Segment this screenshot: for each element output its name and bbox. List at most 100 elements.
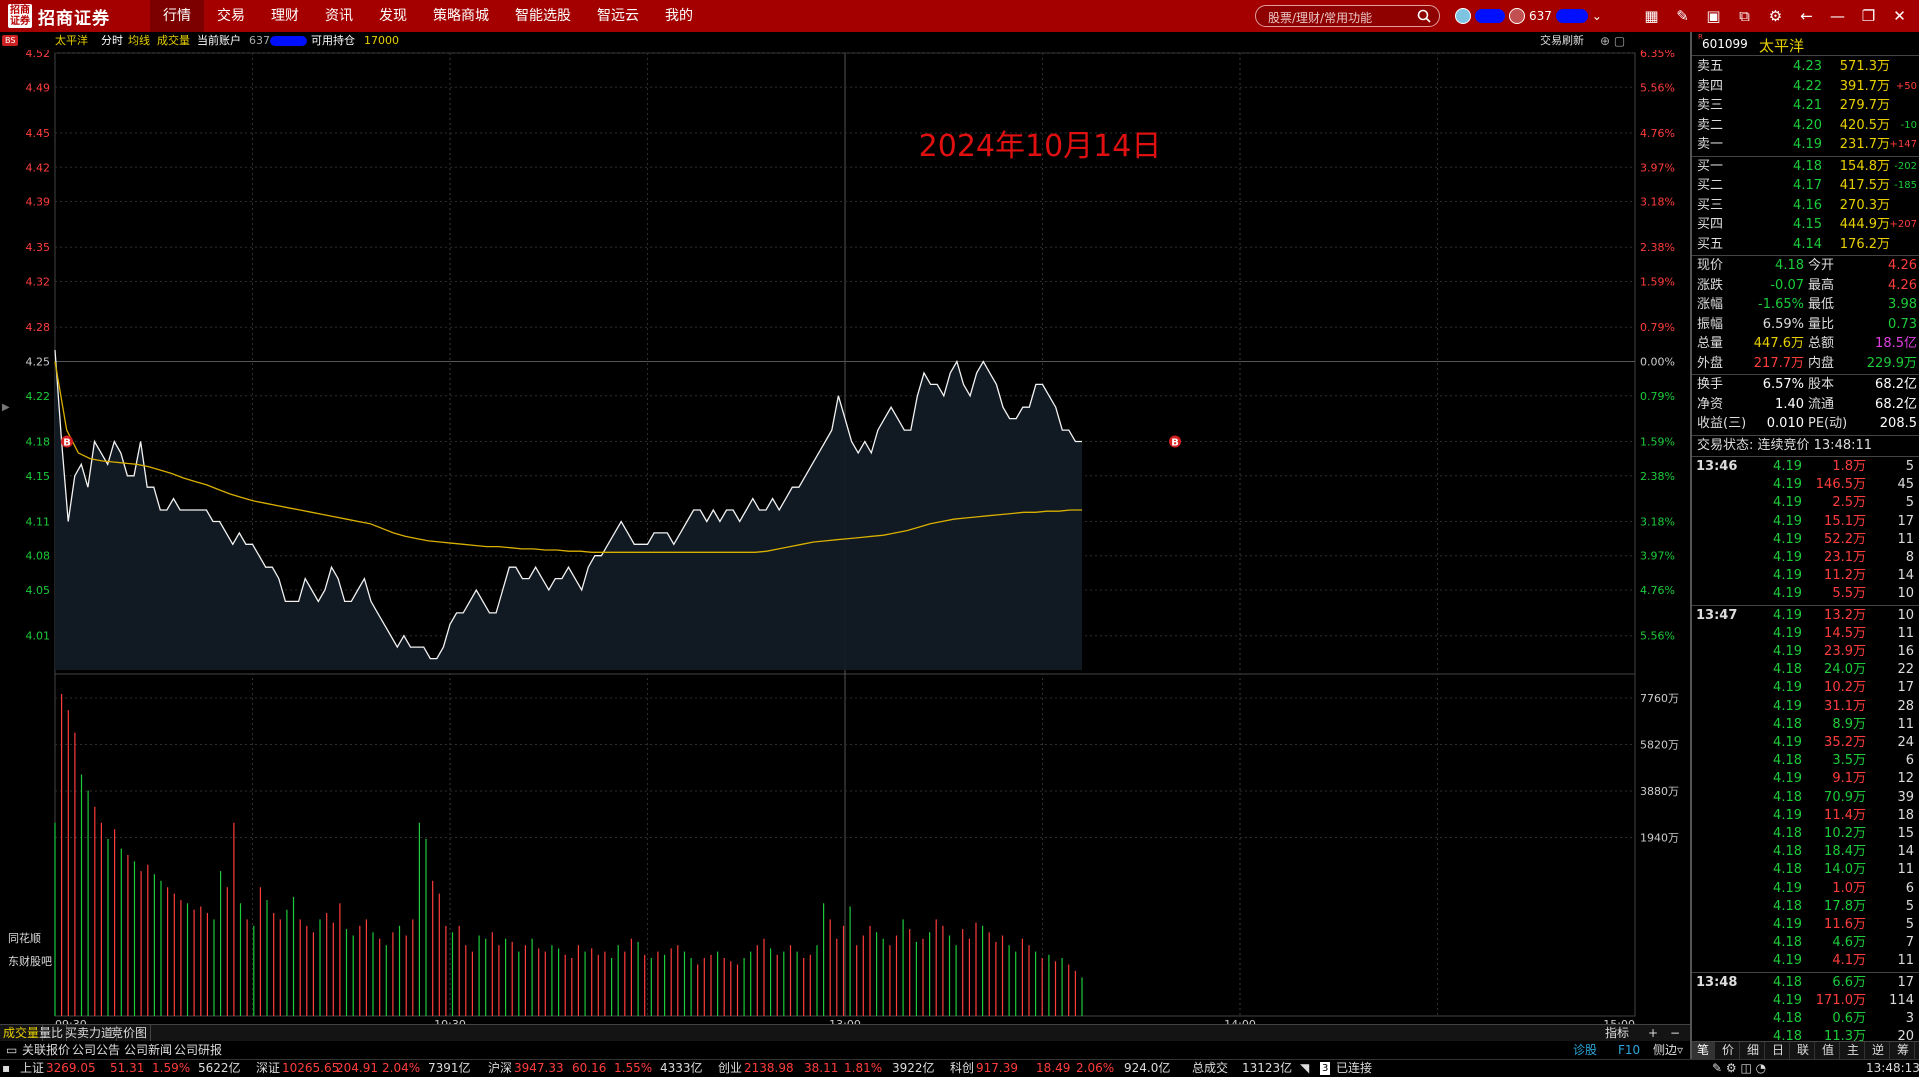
mode-avg-line[interactable]: 均线 <box>128 32 150 50</box>
related-link-1[interactable]: 公司公告 <box>72 1041 120 1059</box>
asks-row[interactable]: 卖三 4.21 279.7万 <box>1692 96 1919 115</box>
quote-row: 外盘 217.7万 内盘 229.9万 <box>1692 354 1919 373</box>
tick-price: 4.18 <box>1773 753 1802 769</box>
menu-toggle-icon[interactable]: ▭ <box>6 1041 17 1059</box>
tick-price: 4.18 <box>1773 844 1802 860</box>
mode-volume[interactable]: 成交量 <box>157 32 190 50</box>
app-logo: 招商 证券 招商证券 <box>8 3 110 29</box>
fund-label: 净资 <box>1697 396 1724 412</box>
quote-tab-2[interactable]: 细 <box>1742 1042 1765 1059</box>
mode-fenshi[interactable]: 分时 <box>101 32 123 50</box>
asks-label: 卖五 <box>1697 59 1724 74</box>
trade-refresh-button[interactable]: 交易刷新 <box>1540 32 1584 50</box>
chevron-down-icon[interactable]: ⌄ <box>1592 9 1602 23</box>
menu-item-2[interactable]: 理财 <box>258 0 312 32</box>
menu-item-7[interactable]: 智远云 <box>584 0 652 32</box>
tick-count: 28 <box>1897 698 1914 714</box>
back-icon[interactable]: ← <box>1791 0 1822 32</box>
bs-badge[interactable]: BS <box>2 35 19 46</box>
diagnose-link[interactable]: 诊股 <box>1573 1041 1597 1059</box>
quote-tab-4[interactable]: 联 <box>1792 1042 1815 1059</box>
user-avatar[interactable] <box>1455 8 1471 24</box>
box-icon[interactable]: ▣ <box>1698 0 1729 32</box>
bids-row[interactable]: 买二 4.17 417.5万 -185 <box>1692 176 1919 195</box>
bids-price: 4.18 <box>1793 158 1822 174</box>
bids-price: 4.15 <box>1793 217 1822 232</box>
trade-status: 交易状态: 连续竞价 13:48:11 <box>1697 437 1873 453</box>
cy-label[interactable]: 创业 <box>718 1060 742 1077</box>
sh-label[interactable]: 上证 <box>20 1060 44 1077</box>
menu-item-6[interactable]: 智能选股 <box>502 0 584 32</box>
user-account-area[interactable]: 637 ⌄ <box>1455 7 1602 25</box>
asks-row[interactable]: 卖一 4.19 231.7万 +147 <box>1692 135 1919 154</box>
search-box[interactable]: 股票/理财/常用功能 <box>1255 5 1440 27</box>
asks-row[interactable]: 卖四 4.22 391.7万 +50 <box>1692 77 1919 96</box>
bids-row[interactable]: 买四 4.15 444.9万 +207 <box>1692 215 1919 234</box>
volume-tick-label: 3880万 <box>1640 785 1679 798</box>
quote-value: 229.9万 <box>1866 355 1917 371</box>
asks-volume: 231.7万 <box>1839 137 1890 152</box>
sidebar-toggle[interactable]: 侧边▿ <box>1653 1041 1683 1059</box>
asks-row[interactable]: 卖五 4.23 571.3万 <box>1692 57 1919 76</box>
tool-icon[interactable]: ⧉ <box>1729 0 1760 32</box>
gear-icon[interactable]: ⚙ <box>1760 0 1791 32</box>
quote-value: 3.98 <box>1888 297 1917 312</box>
quote-tab-6[interactable]: 主 <box>1842 1042 1865 1059</box>
asks-row[interactable]: 卖二 4.20 420.5万 -10 <box>1692 116 1919 135</box>
restore-icon[interactable]: ❐ <box>1853 0 1884 32</box>
quote-label: 总额 <box>1808 336 1835 351</box>
fund-value: 0.010 <box>1766 416 1804 431</box>
indicator-button[interactable]: 指标 <box>1605 1025 1629 1041</box>
minimize-icon[interactable]: — <box>1822 0 1853 32</box>
menu-item-3[interactable]: 资讯 <box>312 0 366 32</box>
search-icon[interactable] <box>1417 9 1431 23</box>
quote-tab-8[interactable]: 筹 <box>1892 1042 1915 1059</box>
tick-row: 4.19 11.2万 14 <box>1692 567 1919 585</box>
stock-name[interactable]: 太平洋 <box>1759 35 1804 56</box>
quote-tab-1[interactable]: 价 <box>1717 1042 1740 1059</box>
buy-marker-label: B <box>63 437 71 448</box>
menu-item-4[interactable]: 发现 <box>366 0 420 32</box>
hs-label[interactable]: 沪深 <box>488 1060 512 1077</box>
menu-item-1[interactable]: 交易 <box>204 0 258 32</box>
quote-tab-0[interactable]: 笔 <box>1692 1042 1715 1059</box>
sz-label[interactable]: 深证 <box>256 1060 280 1077</box>
zoom-in-button[interactable]: + <box>1648 1025 1658 1041</box>
f10-link[interactable]: F10 <box>1618 1041 1640 1059</box>
calendar-icon[interactable]: ▦ <box>1636 0 1667 32</box>
related-link-2[interactable]: 公司新闻 <box>124 1041 172 1059</box>
quote-label: 振幅 <box>1697 316 1724 332</box>
chart-svg[interactable]: 4.52 6.35% 4.49 5.56% 4.45 4.76% 4.42 3.97% 4.39… <box>0 47 1690 1031</box>
chart-tools-icons[interactable]: ⊕ ▢ <box>1600 34 1625 48</box>
bids-row[interactable]: 买五 4.14 176.2万 <box>1692 235 1919 254</box>
bids-change: -202 <box>1894 160 1917 172</box>
kc-label[interactable]: 科创 <box>950 1060 974 1077</box>
divider <box>1692 456 1919 457</box>
signal-icon: ◥ <box>1300 1061 1310 1075</box>
fund-label: 股本 <box>1808 377 1835 392</box>
fund-row: 净资 1.40 流通 68.2亿 <box>1692 395 1919 414</box>
quote-tab-7[interactable]: 逆 <box>1867 1042 1890 1059</box>
bids-row[interactable]: 买三 4.16 270.3万 <box>1692 196 1919 215</box>
menu-item-8[interactable]: 我的 <box>652 0 706 32</box>
menu-item-0[interactable]: 行情 <box>150 0 204 32</box>
menu-item-5[interactable]: 策略商城 <box>420 0 502 32</box>
tick-price: 4.18 <box>1773 716 1802 732</box>
edit-icon[interactable]: ✎ <box>1667 0 1698 32</box>
related-link-3[interactable]: 公司研报 <box>174 1041 222 1059</box>
intraday-chart[interactable]: 4.52 6.35% 4.49 5.56% 4.45 4.76% 4.42 3.97% 4.39… <box>0 47 1690 1031</box>
tick-count: 5 <box>1905 459 1914 474</box>
related-link-0[interactable]: 关联报价 <box>22 1041 70 1059</box>
quote-tab-3[interactable]: 日 <box>1767 1042 1790 1059</box>
price-tick-label: 4.08 <box>26 550 51 563</box>
quote-row: 总量 447.6万 总额 18.5亿 <box>1692 334 1919 353</box>
asks-change: +50 <box>1895 80 1917 92</box>
quote-tab-5[interactable]: 值 <box>1817 1042 1840 1059</box>
asks-volume: 391.7万 <box>1839 78 1890 94</box>
bids-row[interactable]: 买一 4.18 154.8万 -202 <box>1692 157 1919 176</box>
fund-row: 收益(三) 0.010 PE(动) 208.5 <box>1692 414 1919 433</box>
tray-icons[interactable]: ✎ ⚙ ◫ ◔ <box>1712 1060 1766 1077</box>
zoom-out-button[interactable]: − <box>1670 1025 1680 1041</box>
close-icon[interactable]: ✕ <box>1884 0 1915 32</box>
bottom-tab-3[interactable]: 竞价图 <box>108 1025 152 1041</box>
